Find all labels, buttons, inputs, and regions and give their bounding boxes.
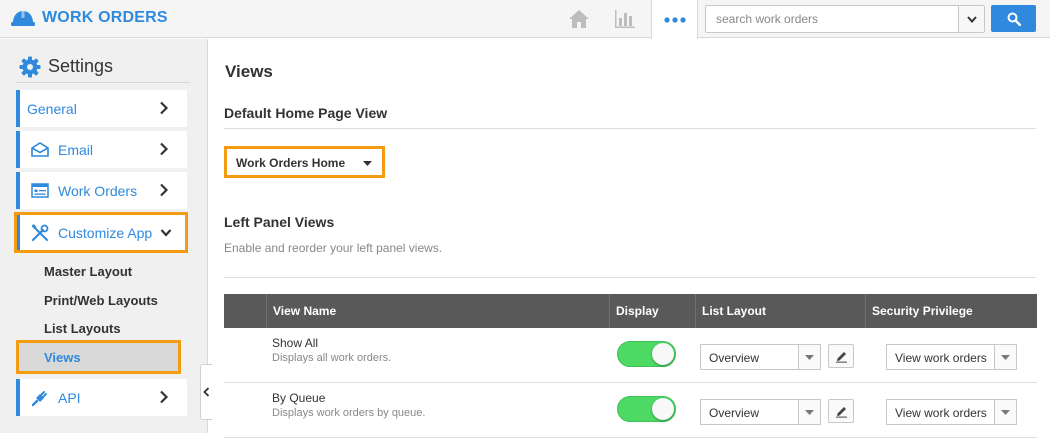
chevron-right-icon — [160, 183, 169, 197]
sidebar: Settings General Email Work Orders Custo… — [0, 39, 208, 433]
list-layout-value: Overview — [709, 406, 760, 420]
display-toggle[interactable] — [617, 396, 676, 422]
table-header: View Name Display List Layout Security P… — [224, 294, 1037, 328]
caret-down-icon — [1001, 409, 1010, 415]
select-caret — [798, 345, 820, 369]
list-layout-select[interactable]: Overview — [700, 399, 821, 425]
column-header-display: Display — [609, 294, 695, 328]
main-content: Views Default Home Page View Work Orders… — [209, 39, 1050, 438]
left-panel-views-heading: Left Panel Views — [224, 214, 335, 230]
view-description: Displays work orders by queue. — [272, 407, 426, 419]
app-title: WORK ORDERS — [42, 9, 168, 26]
top-bar: WORK ORDERS — [0, 0, 1050, 39]
caret-down-icon — [805, 409, 814, 415]
chevron-down-icon — [160, 229, 172, 237]
caret-down-icon — [1001, 354, 1010, 360]
home-icon — [569, 10, 589, 28]
subitem-views-label: Views — [44, 350, 81, 365]
sidebar-item-label: Email — [58, 141, 94, 158]
pencil-icon — [835, 406, 847, 418]
table-row[interactable]: By Queue Displays work orders by queue. … — [224, 383, 1037, 438]
subitem-list-layouts[interactable]: List Layouts — [44, 321, 121, 336]
security-privilege-select[interactable]: View work orders — [886, 344, 1017, 370]
gear-icon — [19, 56, 41, 77]
toggle-knob — [652, 343, 674, 365]
column-header-view-name: View Name — [266, 294, 609, 328]
subitem-views[interactable]: Views — [16, 340, 181, 374]
column-header-handle — [224, 294, 266, 328]
list-layout-value: Overview — [709, 351, 760, 365]
chevron-right-icon — [160, 101, 169, 115]
sidebar-item-label: Customize App — [58, 224, 153, 241]
list-layout-select[interactable]: Overview — [700, 344, 821, 370]
more-button[interactable] — [651, 0, 698, 39]
pencil-icon — [835, 351, 847, 363]
column-header-security-privilege: Security Privilege — [865, 294, 1037, 328]
subitem-print-web-layouts[interactable]: Print/Web Layouts — [44, 293, 158, 308]
view-description: Displays all work orders. — [272, 352, 392, 364]
more-dots-icon — [663, 16, 686, 23]
select-caret — [994, 400, 1016, 424]
search-dropdown-button[interactable] — [958, 6, 984, 32]
settings-title: Settings — [48, 56, 114, 76]
hard-hat-icon — [11, 10, 35, 26]
sidebar-item-api[interactable]: API — [16, 379, 187, 416]
home-button[interactable] — [555, 0, 603, 38]
default-home-view-heading: Default Home Page View — [224, 105, 388, 121]
divider — [224, 128, 1036, 129]
select-caret — [994, 345, 1016, 369]
view-name: Show All — [272, 336, 319, 350]
search-button[interactable] — [991, 5, 1036, 32]
sidebar-item-general[interactable]: General — [16, 90, 187, 127]
search-icon — [1007, 12, 1021, 26]
brand[interactable]: WORK ORDERS — [10, 6, 168, 30]
select-caret — [798, 400, 820, 424]
form-icon — [30, 182, 50, 200]
table-row[interactable]: Show All Displays all work orders. Overv… — [224, 328, 1037, 383]
search-box — [705, 5, 985, 33]
chevron-down-icon — [966, 15, 977, 23]
page-title: Views — [225, 62, 273, 81]
sidebar-item-label: General — [27, 100, 77, 117]
chevron-right-icon — [160, 142, 169, 156]
caret-down-icon — [805, 354, 814, 360]
settings-heading: Settings — [16, 51, 190, 83]
chevron-right-icon — [160, 390, 169, 404]
sidebar-item-customize-app[interactable]: Customize App — [14, 212, 188, 253]
tools-icon — [30, 223, 50, 242]
search-input[interactable] — [706, 6, 958, 32]
column-header-list-layout: List Layout — [695, 294, 865, 328]
reports-button[interactable] — [601, 0, 649, 38]
sidebar-item-label: Work Orders — [58, 182, 138, 199]
edit-layout-button[interactable] — [828, 344, 854, 368]
security-privilege-value: View work orders — [895, 406, 987, 420]
sidebar-item-email[interactable]: Email — [16, 131, 187, 168]
display-toggle[interactable] — [617, 341, 676, 367]
security-privilege-select[interactable]: View work orders — [886, 399, 1017, 425]
view-name: By Queue — [272, 391, 326, 405]
subitem-master-layout[interactable]: Master Layout — [44, 264, 132, 279]
sidebar-item-work-orders[interactable]: Work Orders — [16, 172, 187, 209]
sidebar-item-label: API — [58, 389, 81, 406]
default-home-view-dropdown[interactable]: Work Orders Home — [224, 146, 385, 178]
left-panel-views-subtitle: Enable and reorder your left panel views… — [224, 241, 443, 255]
envelope-icon — [30, 141, 50, 159]
plug-icon — [30, 389, 50, 407]
edit-layout-button[interactable] — [828, 399, 854, 423]
caret-down-icon — [363, 161, 372, 166]
default-home-view-value: Work Orders Home — [236, 156, 346, 170]
toggle-knob — [652, 398, 674, 420]
divider — [224, 277, 1036, 278]
security-privilege-value: View work orders — [895, 351, 987, 365]
bar-chart-icon — [615, 10, 635, 28]
